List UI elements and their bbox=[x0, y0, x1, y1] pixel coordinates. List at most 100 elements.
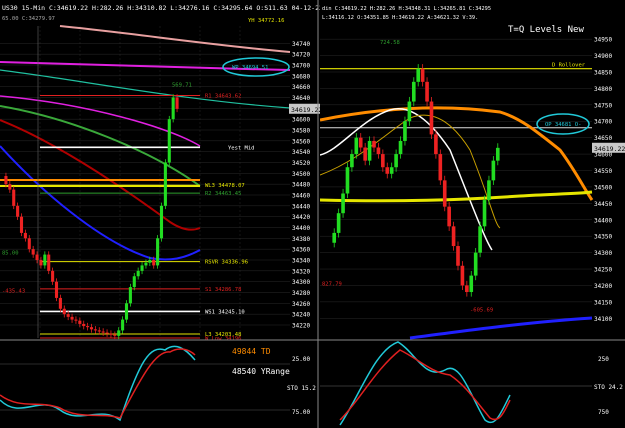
candle-body bbox=[167, 119, 171, 163]
candle-body bbox=[487, 180, 491, 201]
candle-body bbox=[341, 193, 345, 214]
y-tick-label: 34650 bbox=[594, 135, 612, 142]
left-subheader: 65.00 C:34279.97 bbox=[2, 16, 55, 22]
level-label: RSVR 34336.96 bbox=[205, 260, 248, 266]
y-tick-label: 34560 bbox=[292, 138, 310, 145]
y-tick-label: 34360 bbox=[292, 247, 310, 254]
y-tick-label: 34900 bbox=[594, 53, 612, 60]
y-tick-label: 34380 bbox=[292, 236, 310, 243]
candle-body bbox=[74, 319, 78, 321]
candle-body bbox=[12, 189, 16, 206]
candle-body bbox=[416, 68, 421, 82]
candle-body bbox=[62, 308, 66, 315]
candle-body bbox=[43, 254, 47, 266]
candle-body bbox=[389, 167, 394, 174]
y-tick-label: 34500 bbox=[292, 171, 310, 178]
y-tick-label: 34220 bbox=[292, 323, 310, 330]
candle-body bbox=[434, 134, 438, 155]
y-tick-label: 34700 bbox=[292, 63, 310, 70]
candle-body bbox=[381, 154, 385, 168]
y-tick-label: 34680 bbox=[292, 73, 310, 80]
candle-body bbox=[363, 147, 367, 161]
y-tick-label: 34300 bbox=[292, 279, 310, 286]
candle-body bbox=[460, 265, 465, 286]
candle-body bbox=[350, 154, 354, 168]
left-label: 827.79 bbox=[322, 281, 342, 287]
candle-body bbox=[82, 323, 86, 327]
level-label: WL3 34478.07 bbox=[205, 183, 245, 189]
candle-body bbox=[354, 137, 359, 155]
candle-body bbox=[70, 316, 74, 320]
top-right-label: YH 34772.16 bbox=[248, 18, 284, 24]
y-tick-label: 34250 bbox=[594, 267, 612, 274]
candle-body bbox=[101, 331, 105, 333]
candle-body bbox=[66, 314, 70, 317]
candle-body bbox=[171, 97, 175, 120]
candle-body bbox=[16, 205, 20, 217]
candle-body bbox=[429, 101, 434, 135]
current-price-label: 34619.22 bbox=[291, 106, 320, 114]
candle-body bbox=[117, 330, 121, 336]
y-tick-label: 34480 bbox=[292, 182, 310, 189]
y-tick-label: 34740 bbox=[292, 41, 310, 48]
y-tick-label: 34440 bbox=[292, 203, 310, 210]
candle-body bbox=[35, 254, 39, 260]
yrange-label: 48540 YRange bbox=[232, 367, 290, 376]
y-tick-label: 34340 bbox=[292, 258, 310, 265]
right-title: T=Q Levels New bbox=[508, 25, 584, 35]
candle-body bbox=[89, 327, 94, 330]
candle-body bbox=[132, 276, 136, 288]
y-tick-label: 34400 bbox=[292, 225, 310, 232]
rollover-label: D Rollover bbox=[552, 63, 586, 69]
sto-tick: STO 15.2 bbox=[287, 385, 316, 392]
candle-body bbox=[23, 232, 27, 239]
level-label: Yest Mid bbox=[228, 145, 255, 151]
y-tick-label: 34600 bbox=[292, 117, 310, 124]
candle-body bbox=[456, 246, 460, 266]
y-tick-label: 34400 bbox=[594, 217, 612, 224]
candle-body bbox=[8, 184, 12, 190]
left-chart[interactable]: US30 15-Min C:34619.22 H:282.26 H:34310.… bbox=[0, 0, 320, 428]
high-label: 724.58 bbox=[380, 40, 400, 46]
candle-body bbox=[159, 205, 164, 239]
side-label: -435.43 bbox=[2, 289, 25, 295]
candle-body bbox=[469, 275, 474, 293]
candle-body bbox=[175, 97, 179, 109]
candle-body bbox=[495, 147, 500, 161]
candle-body bbox=[451, 226, 456, 247]
candle-body bbox=[385, 167, 390, 174]
y-tick-label: 34660 bbox=[292, 84, 310, 91]
candle-body bbox=[438, 154, 443, 181]
right-chart[interactable]: din C:34619.22 H:282.26 H:34348.31 L:342… bbox=[320, 0, 625, 428]
candle-body bbox=[31, 249, 35, 255]
level-label: S1 34286.78 bbox=[205, 287, 241, 293]
candle-body bbox=[136, 270, 140, 277]
candle-body bbox=[491, 160, 496, 181]
candle-body bbox=[425, 81, 429, 102]
candle-body bbox=[58, 297, 62, 309]
candle-body bbox=[51, 270, 55, 282]
sto-tick: STO 24.2 bbox=[594, 384, 623, 391]
y-tick-label: 34320 bbox=[292, 268, 310, 275]
sto-tick: 25.00 bbox=[292, 356, 310, 363]
right-header-2: L:34116.12 O:34351.85 H:34619.22 A:34621… bbox=[322, 15, 478, 21]
td-label: 49844 TD bbox=[232, 347, 271, 356]
candle-body bbox=[140, 265, 144, 271]
y-tick-label: 34280 bbox=[292, 290, 310, 297]
level-label: R1 34643.62 bbox=[205, 94, 241, 100]
low-label: -605.69 bbox=[470, 308, 493, 314]
level-label: WS1 34245.10 bbox=[205, 309, 245, 315]
candle-body bbox=[148, 260, 152, 263]
candle-body bbox=[109, 333, 113, 335]
y-tick-label: 34850 bbox=[594, 69, 612, 76]
candle-body bbox=[473, 252, 478, 276]
candle-body bbox=[447, 206, 451, 227]
y-tick-label: 34200 bbox=[594, 283, 612, 290]
candle-body bbox=[152, 260, 156, 266]
candle-body bbox=[4, 176, 8, 185]
candle-body bbox=[442, 180, 447, 207]
candle-body bbox=[478, 226, 482, 253]
candle-body bbox=[398, 140, 403, 155]
candle-body bbox=[163, 162, 167, 206]
y-tick-label: 34720 bbox=[292, 52, 310, 59]
